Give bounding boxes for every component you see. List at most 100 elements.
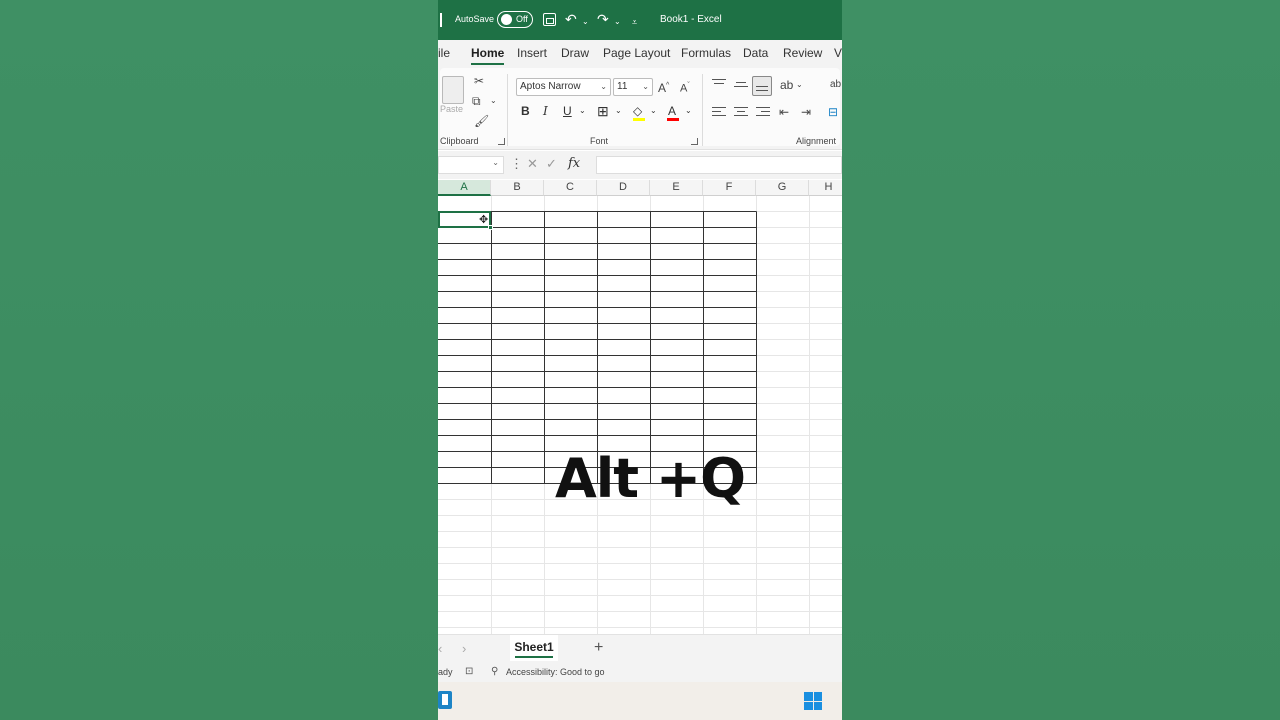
font-color-icon[interactable]: A xyxy=(668,104,676,118)
align-right-icon[interactable] xyxy=(756,106,770,118)
app-menu-icon[interactable] xyxy=(438,13,442,27)
underline-button[interactable]: U xyxy=(563,104,572,118)
tab-page-layout[interactable]: Page Layout xyxy=(603,46,670,60)
status-ready: ady xyxy=(438,667,453,677)
more-options-icon[interactable]: ⋮ xyxy=(510,156,523,172)
borders-dropdown-icon[interactable]: ⌄ xyxy=(615,104,622,118)
shortcut-overlay-text: Alt +Q xyxy=(555,447,746,510)
copy-icon[interactable]: ⧉ xyxy=(472,94,481,108)
customize-toolbar-icon[interactable]: ⩡ xyxy=(632,13,637,31)
redo-icon[interactable]: ↷ xyxy=(597,10,609,28)
save-icon[interactable] xyxy=(543,13,556,26)
tab-review[interactable]: Review xyxy=(783,46,822,60)
tab-insert[interactable]: Insert xyxy=(517,46,547,60)
font-size-select[interactable]: 11 ⌄ xyxy=(613,78,653,96)
tab-data[interactable]: Data xyxy=(743,46,768,60)
tab-file[interactable]: ile xyxy=(438,46,450,60)
fill-color-swatch xyxy=(633,118,645,121)
windows-start-icon[interactable] xyxy=(804,692,822,710)
clipboard-launcher-icon[interactable] xyxy=(498,138,505,145)
copy-dropdown-icon[interactable]: ⌄ xyxy=(490,94,497,108)
tab-draw[interactable]: Draw xyxy=(561,46,589,60)
insert-function-button[interactable]: fx xyxy=(568,156,580,171)
underline-dropdown-icon[interactable]: ⌄ xyxy=(579,104,586,118)
previous-sheet-icon[interactable]: ‹ xyxy=(438,641,442,656)
tab-view[interactable]: V xyxy=(834,46,842,60)
chevron-down-icon: ⌄ xyxy=(642,82,649,91)
paste-icon[interactable] xyxy=(442,76,464,104)
cell-grid[interactable] xyxy=(438,196,842,634)
toggle-knob xyxy=(501,14,512,25)
chevron-down-icon: ⌄ xyxy=(492,158,499,167)
alignment-group-label: Alignment xyxy=(796,136,837,146)
column-header-h[interactable]: H xyxy=(809,180,842,196)
autosave-label: AutoSave xyxy=(455,14,495,24)
document-title: Book1 - Excel xyxy=(660,14,722,25)
accessibility-status[interactable]: Accessibility: Good to go xyxy=(506,667,605,677)
column-header-a[interactable]: A xyxy=(438,180,491,196)
formula-bar: ⌄ ⋮ ✕ ✓ fx xyxy=(438,151,842,179)
autosave-state: Off xyxy=(516,14,528,24)
merge-center-icon[interactable]: ⊟ xyxy=(828,105,838,119)
increase-indent-icon[interactable]: ⇥ xyxy=(801,105,811,119)
font-color-swatch xyxy=(667,118,679,121)
italic-button[interactable]: I xyxy=(543,104,548,118)
ribbon-panel: Paste ✂ ⧉ ⌄ 🖌 Clipboard Aptos Narrow ⌄ 1… xyxy=(440,68,841,146)
column-header-d[interactable]: D xyxy=(597,180,650,196)
undo-icon[interactable]: ↶ xyxy=(565,10,577,28)
accessibility-icon[interactable]: ⚲ xyxy=(491,666,498,677)
cut-icon[interactable]: ✂ xyxy=(474,74,484,88)
taskbar-app-icon[interactable] xyxy=(438,691,452,709)
decrease-font-size-icon[interactable]: Aˇ xyxy=(680,79,690,96)
sheet-tab-bar: ‹ › Sheet1 + xyxy=(438,634,842,662)
cell-cursor-icon: ✥ xyxy=(479,214,489,226)
fill-handle[interactable] xyxy=(488,225,493,230)
column-header-b[interactable]: B xyxy=(491,180,544,196)
add-sheet-icon[interactable]: + xyxy=(594,639,603,657)
title-bar: AutoSave Off ↶ ⌄ ↷ ⌄ ⩡ Book1 - Excel xyxy=(438,0,842,40)
middle-align-icon[interactable] xyxy=(734,78,748,90)
font-size-value: 11 xyxy=(617,81,628,92)
background-right xyxy=(842,0,1280,720)
font-name-select[interactable]: Aptos Narrow ⌄ xyxy=(516,78,611,96)
name-box[interactable]: ⌄ xyxy=(438,156,504,174)
format-painter-icon[interactable]: 🖌 xyxy=(474,114,489,128)
column-header-g[interactable]: G xyxy=(756,180,809,196)
bottom-align-icon[interactable] xyxy=(752,76,772,96)
font-color-dropdown-icon[interactable]: ⌄ xyxy=(685,104,692,118)
bold-button[interactable]: B xyxy=(521,104,530,118)
wrap-text-icon[interactable]: ab xyxy=(830,78,841,92)
redo-dropdown-icon[interactable]: ⌄ xyxy=(614,13,621,31)
sheet-tab[interactable]: Sheet1 xyxy=(510,635,558,661)
tab-formulas[interactable]: Formulas xyxy=(681,46,731,60)
fill-color-icon[interactable]: ◇ xyxy=(633,104,642,118)
column-header-f[interactable]: F xyxy=(703,180,756,196)
background-left xyxy=(0,0,438,720)
top-align-icon[interactable] xyxy=(712,78,726,90)
align-left-icon[interactable] xyxy=(712,106,726,118)
ribbon: Paste ✂ ⧉ ⌄ 🖌 Clipboard Aptos Narrow ⌄ 1… xyxy=(438,66,842,150)
status-bar: ady ⊡ ⚲ Accessibility: Good to go xyxy=(438,662,842,682)
fill-color-dropdown-icon[interactable]: ⌄ xyxy=(650,104,657,118)
column-header-e[interactable]: E xyxy=(650,180,703,196)
taskbar xyxy=(438,682,842,720)
align-center-icon[interactable] xyxy=(734,106,748,118)
formula-input[interactable] xyxy=(596,156,842,174)
decrease-indent-icon[interactable]: ⇤ xyxy=(779,105,789,119)
next-sheet-icon[interactable]: › xyxy=(462,641,466,656)
increase-font-size-icon[interactable]: A^ xyxy=(658,79,669,95)
undo-dropdown-icon[interactable]: ⌄ xyxy=(582,13,589,31)
orientation-icon[interactable]: ab xyxy=(780,78,793,92)
orientation-dropdown-icon[interactable]: ⌄ xyxy=(796,78,803,92)
enter-icon[interactable]: ✓ xyxy=(546,156,557,172)
borders-icon[interactable]: ⊞ xyxy=(597,104,609,118)
macro-recorder-icon[interactable]: ⊡ xyxy=(465,666,473,677)
font-launcher-icon[interactable] xyxy=(691,138,698,145)
clipboard-group-label: Clipboard xyxy=(440,136,479,146)
tab-home[interactable]: Home xyxy=(471,46,505,65)
paste-label[interactable]: Paste xyxy=(440,104,463,114)
column-header-c[interactable]: C xyxy=(544,180,597,196)
font-name-value: Aptos Narrow xyxy=(520,81,581,92)
cancel-icon[interactable]: ✕ xyxy=(527,156,538,172)
autosave-toggle[interactable]: Off xyxy=(497,11,533,28)
